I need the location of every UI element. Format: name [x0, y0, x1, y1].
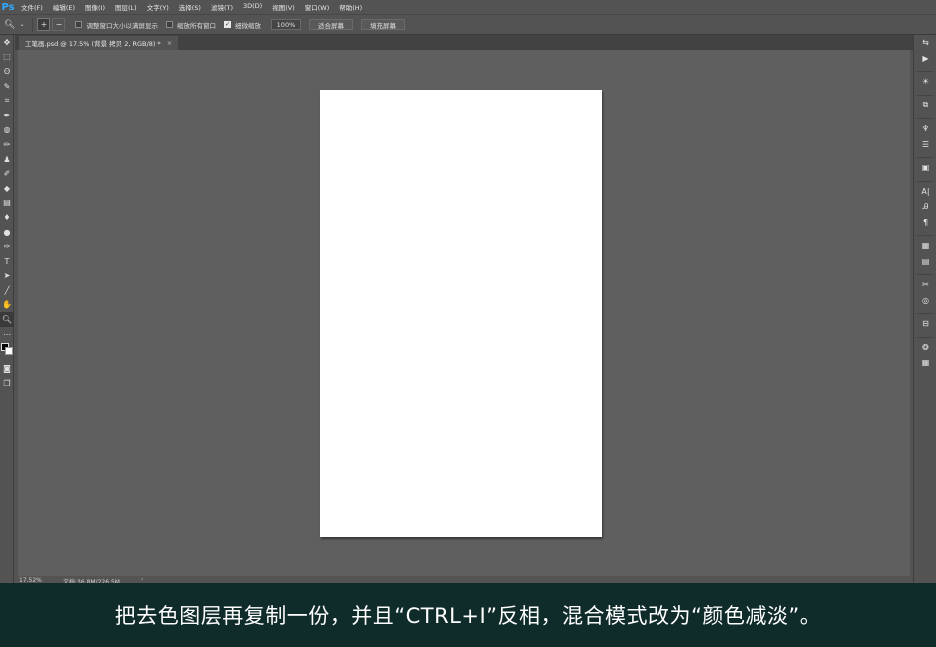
- divider: [32, 17, 34, 32]
- lasso-tool-icon[interactable]: ʘ: [0, 64, 14, 79]
- zoom-percent-field[interactable]: 100%: [270, 19, 301, 30]
- fit-screen-button[interactable]: 适合屏幕: [308, 19, 353, 30]
- panel-group-divider: [917, 66, 933, 72]
- path-selection-tool-icon[interactable]: ➤: [0, 269, 14, 284]
- tools-cross-icon[interactable]: ✂: [914, 277, 936, 293]
- quick-selection-tool-icon[interactable]: ✎: [0, 79, 14, 94]
- actions-play-icon[interactable]: ▶: [914, 51, 936, 67]
- type-tool-icon[interactable]: T: [0, 254, 14, 269]
- zoom-in-button[interactable]: +: [37, 18, 51, 31]
- brush-presets-icon[interactable]: ♆: [914, 121, 936, 137]
- history-icon[interactable]: ⇆: [914, 35, 936, 51]
- zoom-all-windows-checkbox[interactable]: 缩放所有窗口: [165, 20, 216, 30]
- panel-group-divider: [917, 90, 933, 96]
- background-color-swatch[interactable]: [5, 347, 13, 356]
- line-tool-icon[interactable]: ╱: [0, 283, 14, 298]
- styles-icon[interactable]: ◎: [914, 293, 936, 309]
- menu-item[interactable]: 3D(D): [238, 2, 267, 12]
- document-canvas[interactable]: [320, 90, 602, 537]
- eraser-tool-icon[interactable]: ◆: [0, 181, 14, 196]
- menu-item[interactable]: 帮助(H): [334, 2, 367, 12]
- document-area: 工笔画.psd @ 17.5% (背景 拷贝 2, RGB/8) * × 17.…: [15, 35, 913, 586]
- pasteboard[interactable]: [18, 50, 910, 577]
- document-tab[interactable]: 工笔画.psd @ 17.5% (背景 拷贝 2, RGB/8) * ×: [19, 36, 179, 50]
- resize-windows-label: 调整窗口大小以满屏显示: [86, 21, 158, 30]
- options-bar: 🔍︎ ⌄ + − 调整窗口大小以满屏显示 缩放所有窗口 ✓ 细微缩放 100% …: [0, 14, 936, 35]
- adjustments-sun-icon[interactable]: ☀: [914, 74, 936, 90]
- checkbox-box[interactable]: [165, 21, 173, 28]
- notes-icon[interactable]: ▤: [914, 254, 936, 270]
- panel-group-divider: [917, 230, 933, 236]
- marquee-tool-icon[interactable]: ⬚: [0, 50, 14, 65]
- panel-group-divider: [917, 269, 933, 275]
- move-tool-icon[interactable]: ✥: [0, 35, 14, 50]
- swatches-grid-icon[interactable]: ▦: [914, 355, 936, 371]
- clone-stamp-tool-icon[interactable]: ♟: [0, 152, 14, 167]
- color-swatches: [0, 341, 14, 361]
- scrubby-zoom-checkbox[interactable]: ✓ 细微缩放: [223, 20, 261, 30]
- tools-list: ✥ ⬚ ʘ ✎ ⌗ ✒ ◍ ✏ ♟ ✐ ◆ ▤ ♦ ● ✑ T ➤ ╱ ✋ 🔍︎ ⋯: [0, 35, 14, 342]
- panel-group-divider: [917, 176, 933, 182]
- checkbox-box[interactable]: ✓: [223, 21, 231, 28]
- resize-windows-checkbox[interactable]: 调整窗口大小以满屏显示: [75, 20, 158, 30]
- menu-items: 文件(F) 编辑(E) 图像(I) 图层(L) 文字(Y) 选择(S) 滤镜(T) 3D(D)…: [16, 2, 367, 12]
- panel-group-divider: [917, 152, 933, 158]
- 3d-icon[interactable]: ❂: [914, 340, 936, 356]
- zoom-tool-preset-icon[interactable]: 🔍︎: [4, 20, 15, 30]
- hand-tool-icon[interactable]: ✋: [0, 298, 14, 313]
- menu-item[interactable]: 文字(Y): [142, 2, 174, 12]
- panel-group-divider: [917, 113, 933, 119]
- scrubby-zoom-label: 细微缩放: [234, 21, 261, 30]
- menu-item[interactable]: 文件(F): [16, 2, 48, 12]
- brush-settings-icon[interactable]: ☰: [914, 137, 936, 153]
- zoom-out-button[interactable]: −: [52, 18, 66, 31]
- gradient-tool-icon[interactable]: ▤: [0, 196, 14, 211]
- dodge-tool-icon[interactable]: ●: [0, 225, 14, 240]
- quick-mask-tool-icon[interactable]: ◙: [0, 361, 14, 376]
- menu-item[interactable]: 视图(V): [267, 2, 300, 12]
- tools-list-bottom: ◙ ❐: [0, 361, 13, 390]
- caption-bar: 把去色图层再复制一份，并且“CTRL+I”反相，混合模式改为“颜色减淡”。: [0, 583, 936, 647]
- menu-item[interactable]: 窗口(W): [300, 2, 335, 12]
- caption-text: 把去色图层再复制一份，并且“CTRL+I”反相，混合模式改为“颜色减淡”。: [114, 604, 822, 628]
- document-tab-title: 工笔画.psd @ 17.5% (背景 拷贝 2, RGB/8) *: [25, 40, 161, 48]
- brush-tool-icon[interactable]: ✏: [0, 137, 14, 152]
- more-tools-icon[interactable]: ⋯: [0, 327, 14, 342]
- menu-item[interactable]: 编辑(E): [48, 2, 80, 12]
- close-icon[interactable]: ×: [167, 39, 172, 47]
- photoshop-logo-icon[interactable]: Ps: [0, 0, 16, 14]
- clone-source-icon[interactable]: ⧉: [914, 98, 936, 114]
- crop-tool-icon[interactable]: ⌗: [0, 93, 14, 108]
- menu-item[interactable]: 选择(S): [174, 2, 206, 12]
- history-brush-tool-icon[interactable]: ✐: [0, 166, 14, 181]
- chevron-down-icon[interactable]: ⌄: [19, 21, 24, 28]
- eyedropper-tool-icon[interactable]: ✒: [0, 108, 14, 123]
- menu-item[interactable]: 滤镜(T): [206, 2, 238, 12]
- panel-group-divider: [917, 308, 933, 314]
- fill-screen-button[interactable]: 填充屏幕: [360, 19, 405, 30]
- blur-tool-icon[interactable]: ♦: [0, 210, 14, 225]
- menu-bar: Ps 文件(F) 编辑(E) 图像(I) 图层(L) 文字(Y) 选择(S) 滤镜(T) 3D…: [0, 0, 936, 14]
- character-icon[interactable]: A|: [914, 184, 936, 200]
- status-menu-chevron-icon[interactable]: ›: [141, 576, 143, 583]
- menu-item[interactable]: 图层(L): [110, 2, 142, 12]
- zoom-tool-icon[interactable]: 🔍︎: [0, 312, 14, 327]
- paragraph-icon[interactable]: ¶: [914, 215, 936, 231]
- panel-dock: ⇆ ▶ ☀ ⧉ ♆ ☰ ▣ A| Ꭿ ¶ ▦ ▤ ✂ ◎ ⊟ ❂ ▦: [913, 35, 936, 583]
- zoom-all-windows-label: 缩放所有窗口: [176, 21, 216, 30]
- checkbox-box[interactable]: [75, 21, 83, 28]
- properties-icon[interactable]: ▣: [914, 160, 936, 176]
- spot-healing-tool-icon[interactable]: ◍: [0, 123, 14, 138]
- pen-tool-icon[interactable]: ✑: [0, 239, 14, 254]
- document-tab-bar: 工笔画.psd @ 17.5% (背景 拷贝 2, RGB/8) * ×: [15, 35, 913, 50]
- layer-comps-icon[interactable]: ⊟: [914, 316, 936, 332]
- panel-group-divider: [917, 332, 933, 338]
- screen-mode-tool-icon[interactable]: ❐: [0, 376, 14, 391]
- glyphs-icon[interactable]: Ꭿ: [914, 199, 936, 215]
- tools-panel: ✥ ⬚ ʘ ✎ ⌗ ✒ ◍ ✏ ♟ ✐ ◆ ▤ ♦ ● ✑ T ➤ ╱ ✋ 🔍︎ ⋯ ◙ ❐: [0, 35, 14, 583]
- menu-item[interactable]: 图像(I): [80, 2, 110, 12]
- libraries-icon[interactable]: ▦: [914, 238, 936, 254]
